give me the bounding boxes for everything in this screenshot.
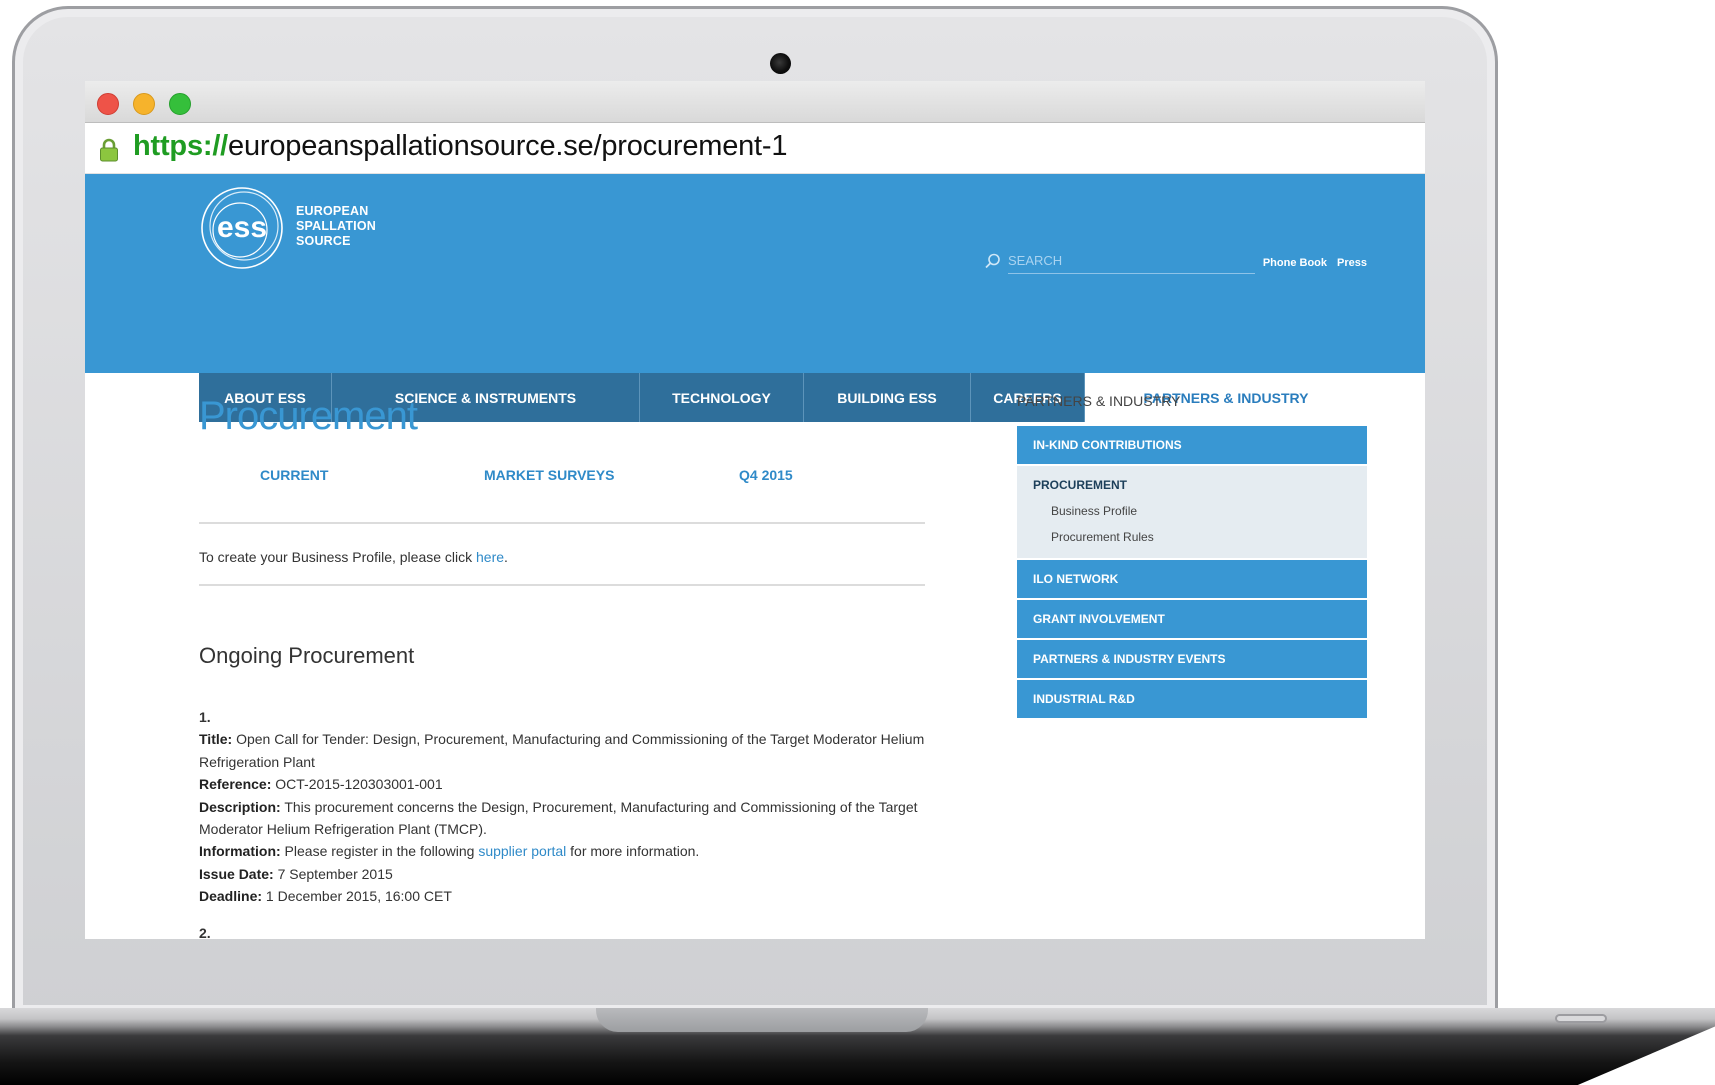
- intro-text: To create your Business Profile, please …: [199, 549, 477, 565]
- divider: [199, 584, 925, 586]
- maximize-window-button[interactable]: [169, 93, 191, 115]
- field-label: Title:: [199, 731, 233, 748]
- search-box: [984, 248, 1256, 276]
- address-bar[interactable]: https://europeanspallationsource.se/proc…: [85, 124, 1425, 174]
- search-icon[interactable]: [984, 252, 1002, 270]
- procurement-item: 1. Title: Open Call for Tender: Design, …: [199, 706, 929, 908]
- sidebar-item-industrial-rd[interactable]: INDUSTRIAL R&D: [1017, 680, 1367, 720]
- logo-line-3: SOURCE: [296, 234, 351, 248]
- logo-text: EUROPEAN SPALLATION SOURCE: [296, 204, 376, 249]
- lock-icon: [100, 138, 118, 162]
- minimize-window-button[interactable]: [133, 93, 155, 115]
- supplier-portal-link[interactable]: supplier portal: [478, 843, 566, 859]
- tab-q4-2015[interactable]: Q4 2015: [739, 467, 793, 483]
- sidebar-item-procurement-group: PROCUREMENT Business Profile Procurement…: [1017, 466, 1367, 560]
- utility-links: Phone Book Press: [1253, 257, 1367, 269]
- sidebar-item-grant-involvement[interactable]: GRANT INVOLVEMENT: [1017, 600, 1367, 640]
- field-label: Information:: [199, 843, 281, 860]
- ongoing-procurement-heading: Ongoing Procurement: [199, 643, 415, 668]
- url-text[interactable]: https://europeanspallationsource.se/proc…: [133, 130, 788, 163]
- nav-item-building-ess[interactable]: BUILDING ESS: [804, 373, 971, 422]
- sidebar-item-procurement[interactable]: PROCUREMENT: [1033, 478, 1351, 492]
- sidebar-item-in-kind-contributions[interactable]: IN-KIND CONTRIBUTIONS: [1017, 426, 1367, 466]
- ess-logo-icon[interactable]: ess: [198, 184, 294, 280]
- svg-text:ess: ess: [217, 211, 267, 244]
- sidebar-navigation: IN-KIND CONTRIBUTIONS PROCUREMENT Busine…: [1017, 426, 1367, 720]
- divider: [199, 522, 925, 524]
- browser-window: https://europeanspallationsource.se/proc…: [85, 81, 1425, 939]
- information-suffix: for more information.: [566, 843, 700, 860]
- item-information-row: Information: Please register in the foll…: [199, 840, 929, 862]
- sidebar-heading: PARTNERS & INDUSTRY: [1017, 393, 1181, 409]
- close-window-button[interactable]: [97, 93, 119, 115]
- sidebar-item-ilo-network[interactable]: ILO NETWORK: [1017, 560, 1367, 600]
- page-title: Procurement: [199, 394, 418, 438]
- business-profile-note: To create your Business Profile, please …: [199, 549, 508, 565]
- item-number: 2.: [199, 925, 211, 939]
- field-label: Issue Date:: [199, 865, 274, 882]
- site-header: ess EUROPEAN SPALLATION SOURCE Phone Boo…: [85, 174, 1425, 422]
- item-reference-row: Reference: OCT-2015-120303001-001: [199, 773, 929, 795]
- item-deadline-row: Deadline: 1 December 2015, 16:00 CET: [199, 885, 929, 907]
- tab-market-surveys[interactable]: MARKET SURVEYS: [484, 467, 614, 483]
- phone-book-link[interactable]: Phone Book: [1263, 257, 1327, 269]
- item-deadline: 1 December 2015, 16:00 CET: [262, 888, 452, 905]
- press-link[interactable]: Press: [1337, 257, 1367, 269]
- url-path: europeanspallationsource.se/procurement-…: [228, 130, 788, 162]
- item-description: This procurement concerns the Design, Pr…: [199, 798, 918, 838]
- item-reference: OCT-2015-120303001-001: [271, 776, 443, 793]
- item-issue-date: 7 September 2015: [273, 865, 393, 882]
- field-label: Deadline:: [199, 888, 263, 905]
- sidebar-subitem-procurement-rules[interactable]: Procurement Rules: [1051, 530, 1351, 544]
- sidebar-subitem-business-profile[interactable]: Business Profile: [1051, 504, 1351, 518]
- laptop-slot: [1555, 1014, 1607, 1023]
- logo-line-1: EUROPEAN: [296, 204, 369, 218]
- business-profile-link[interactable]: here: [476, 549, 504, 565]
- field-label: Reference:: [199, 776, 272, 793]
- field-label: Description:: [199, 798, 281, 815]
- item-number: 1.: [199, 709, 211, 725]
- intro-suffix: .: [504, 549, 508, 565]
- url-scheme: https://: [133, 130, 229, 162]
- tab-current[interactable]: CURRENT: [260, 467, 328, 483]
- search-input[interactable]: [1008, 248, 1255, 274]
- item-title: Open Call for Tender: Design, Procuremen…: [199, 731, 925, 770]
- logo-line-2: SPALLATION: [296, 219, 377, 233]
- title-bar: [85, 81, 1425, 123]
- procurement-tabs: CURRENT MARKET SURVEYS Q4 2015: [199, 467, 793, 491]
- item-title-row: Title: Open Call for Tender: Design, Pro…: [199, 728, 929, 773]
- sidebar-item-partners-industry-events[interactable]: PARTNERS & INDUSTRY EVENTS: [1017, 640, 1367, 680]
- nav-item-technology[interactable]: TECHNOLOGY: [640, 373, 804, 422]
- item-issue-date-row: Issue Date: 7 September 2015: [199, 863, 929, 885]
- laptop-hinge-notch: [596, 1008, 928, 1032]
- item-description-row: Description: This procurement concerns t…: [199, 796, 929, 841]
- camera: [770, 53, 791, 74]
- information-text: Please register in the following: [280, 843, 479, 860]
